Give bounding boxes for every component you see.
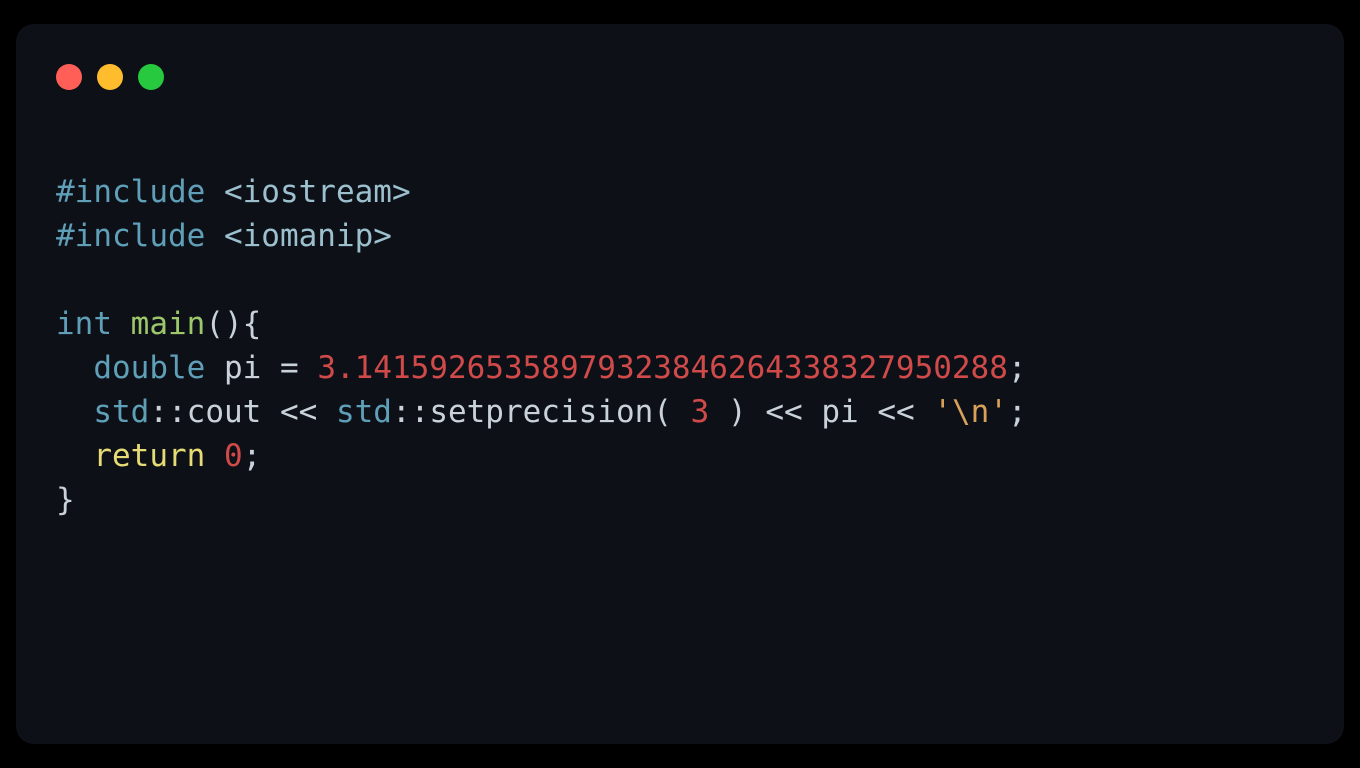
preprocessor-directive: #include <box>56 174 224 210</box>
operator: = <box>280 350 299 386</box>
space <box>709 394 728 430</box>
namespace: std <box>93 394 149 430</box>
indent <box>56 394 93 430</box>
maximize-icon[interactable] <box>138 64 164 90</box>
semicolon: ; <box>243 438 262 474</box>
code-block: #include <iostream> #include <iomanip> i… <box>56 170 1304 522</box>
minimize-icon[interactable] <box>97 64 123 90</box>
code-line: double pi = 3.14159265358979323846264338… <box>56 350 1027 386</box>
number-literal: 0 <box>224 438 243 474</box>
scope-operator: :: <box>149 394 186 430</box>
semicolon: ; <box>1008 394 1027 430</box>
code-line: #include <iostream> <box>56 174 411 210</box>
operator: << <box>877 394 914 430</box>
operator: << <box>765 394 802 430</box>
space <box>747 394 766 430</box>
space <box>261 394 280 430</box>
type-keyword: int <box>56 306 131 342</box>
identifier: pi <box>821 394 858 430</box>
space <box>859 394 878 430</box>
space <box>803 394 822 430</box>
paren-open: ( <box>653 394 672 430</box>
include-header: <iomanip> <box>224 218 392 254</box>
space <box>672 394 691 430</box>
return-keyword: return <box>93 438 205 474</box>
operator: << <box>280 394 317 430</box>
identifier: cout <box>187 394 262 430</box>
type-keyword: double <box>93 350 205 386</box>
number-literal: 3 <box>691 394 710 430</box>
identifier: setprecision <box>429 394 653 430</box>
code-line: std::cout << std::setprecision( 3 ) << p… <box>56 394 1027 430</box>
include-header: <iostream> <box>224 174 411 210</box>
preprocessor-directive: #include <box>56 218 224 254</box>
number-literal: 3.14159265358979323846264338327950288 <box>317 350 1008 386</box>
string-literal: '\n' <box>933 394 1008 430</box>
code-line: return 0; <box>56 438 261 474</box>
indent <box>56 350 93 386</box>
space <box>915 394 934 430</box>
code-line: int main(){ <box>56 306 261 342</box>
identifier: pi <box>224 350 261 386</box>
close-icon[interactable] <box>56 64 82 90</box>
scope-operator: :: <box>392 394 429 430</box>
code-line: } <box>56 482 75 518</box>
code-window: #include <iostream> #include <iomanip> i… <box>16 24 1344 744</box>
paren-close: ) <box>728 394 747 430</box>
traffic-lights <box>56 64 1304 90</box>
space <box>299 350 318 386</box>
code-line: #include <iomanip> <box>56 218 392 254</box>
semicolon: ; <box>1008 350 1027 386</box>
space <box>261 350 280 386</box>
function-name: main <box>131 306 206 342</box>
space <box>205 438 224 474</box>
space <box>205 350 224 386</box>
space <box>317 394 336 430</box>
punctuation: (){ <box>205 306 261 342</box>
indent <box>56 438 93 474</box>
namespace: std <box>336 394 392 430</box>
brace-close: } <box>56 482 75 518</box>
